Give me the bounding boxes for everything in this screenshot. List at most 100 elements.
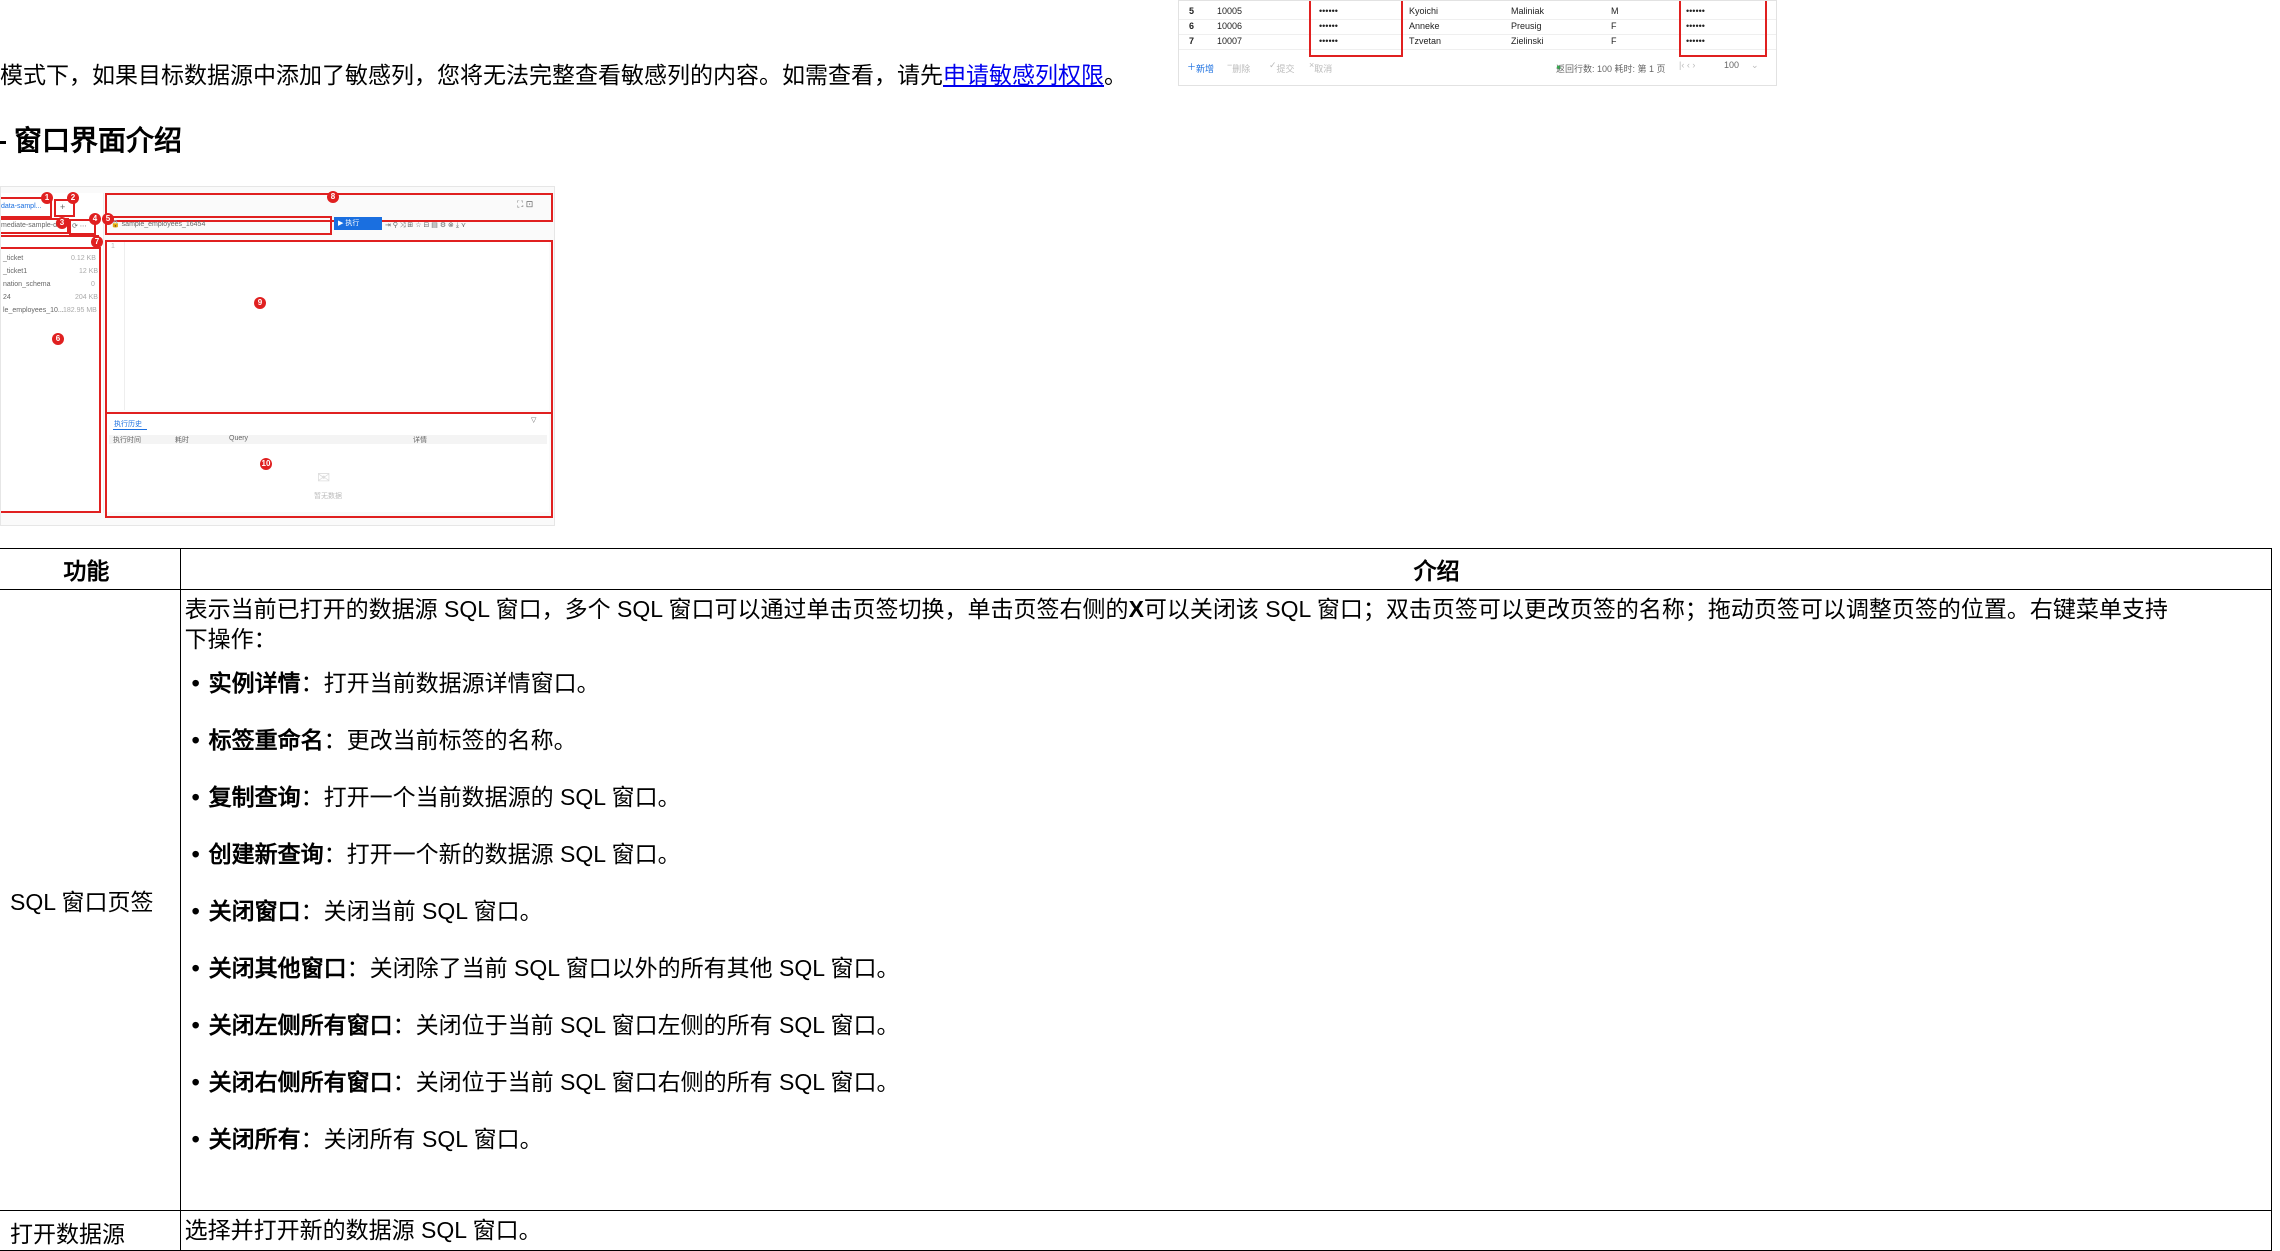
apply-sensitive-column-link[interactable]: 申请敏感列权限 xyxy=(943,62,1104,88)
mini-fullscreen-icon: ⛶ ⊡ xyxy=(517,199,534,209)
mini-run-button: ▶ 执行 xyxy=(334,217,382,230)
item-title: 关闭其他窗口 xyxy=(208,955,347,981)
delete-row-button[interactable]: − 删除 xyxy=(1227,60,1250,74)
row-number: 5 xyxy=(1189,6,1195,16)
chevron-down-icon: ⌄ xyxy=(1751,60,1759,70)
item-text: ：关闭位于当前 SQL 窗口左侧的所有 SQL 窗口。 xyxy=(392,1012,900,1038)
submit-button[interactable]: ✓ 提交 xyxy=(1269,60,1295,74)
intro-part: 下操作： xyxy=(184,626,277,652)
item-title: 实例详情 xyxy=(208,670,301,696)
last-name-cell: Preusig xyxy=(1511,21,1542,31)
list-item: 实例详情：打开当前数据源详情窗口。 xyxy=(192,668,2267,725)
item-text: ：关闭所有 SQL 窗口。 xyxy=(300,1126,543,1152)
heading-bullet xyxy=(0,141,6,145)
marker-3: 3 xyxy=(56,217,68,229)
cancel-button[interactable]: × 取消 xyxy=(1309,60,1332,74)
intro-paragraph-text: 表示当前已打开的数据源 SQL 窗口，多个 SQL 窗口可以通过单击页签切换，单… xyxy=(185,594,2255,624)
list-item: 关闭窗口：关闭当前 SQL 窗口。 xyxy=(192,896,2267,953)
item-title: 创建新查询 xyxy=(208,841,324,867)
result-grid-screenshot: 5 10005 •••••• Kyoichi Maliniak M ••••••… xyxy=(1178,0,1777,86)
mini-toolbar-icons: ⇥ ⚲ ⤨ ⊞ ☆ ⊟ ▤ ⚙ ⊗ ⤓ ⋎ xyxy=(385,222,467,229)
first-name-cell: Anneke xyxy=(1409,21,1440,31)
masked-column-highlight xyxy=(1309,1,1403,57)
intro-text: 模式下，如果目标数据源中添加了敏感列，您将无法完整查看敏感列的内容。如需查看，请… xyxy=(0,62,943,88)
table-row: SQL 窗口页签 表示当前已打开的数据源 SQL 窗口，多个 SQL 窗口可以通… xyxy=(0,589,2273,1211)
row-number: 7 xyxy=(1189,36,1195,46)
grid-footer: ＋ 新增 − 删除 ✓ 提交 × 取消 ● 返回行数: 100 耗时: 第 1 … xyxy=(1179,58,1776,74)
intro-cell: 选择并打开新的数据源 SQL 窗口。 xyxy=(179,1210,2273,1251)
function-cell: SQL 窗口页签 xyxy=(0,589,181,1211)
emp-no-cell: 10005 xyxy=(1217,6,1243,16)
add-label: 新增 xyxy=(1196,64,1215,74)
item-title: 关闭所有 xyxy=(208,1126,301,1152)
list-item: 标签重命名：更改当前标签的名称。 xyxy=(192,725,2267,782)
emp-no-cell: 10007 xyxy=(1217,36,1243,46)
intro-end: 。 xyxy=(1104,62,1127,88)
marker-7: 7 xyxy=(91,236,103,248)
list-item: 复制查询：打开一个当前数据源的 SQL 窗口。 xyxy=(192,782,2267,839)
stats-text: 返回行数: 100 耗时: 第 1 页 xyxy=(1556,64,1666,74)
intro-cell: 表示当前已打开的数据源 SQL 窗口，多个 SQL 窗口可以通过单击页签切换，单… xyxy=(179,589,2273,1211)
marker-9: 9 xyxy=(254,297,266,309)
emp-no-cell: 10006 xyxy=(1217,21,1243,31)
highlight-10 xyxy=(105,412,553,518)
item-text: ：关闭位于当前 SQL 窗口右侧的所有 SQL 窗口。 xyxy=(392,1069,900,1095)
masked-column-highlight xyxy=(1679,1,1767,57)
item-title: 关闭窗口 xyxy=(208,898,301,924)
close-x-label: X xyxy=(1128,596,1144,622)
mini-editor-tab-label: sample_employees_16454 xyxy=(121,221,206,228)
add-row-button[interactable]: ＋ 新增 xyxy=(1187,60,1214,74)
cancel-label: 取消 xyxy=(1314,64,1333,74)
item-text: ：打开当前数据源详情窗口。 xyxy=(300,670,600,696)
context-menu-list: 实例详情：打开当前数据源详情窗口。 标签重命名：更改当前标签的名称。 复制查询：… xyxy=(185,668,2267,1181)
highlight-9 xyxy=(105,240,553,414)
first-name-cell: Kyoichi xyxy=(1409,6,1439,16)
marker-8: 8 xyxy=(327,191,339,203)
item-text: ：关闭当前 SQL 窗口。 xyxy=(300,898,543,924)
marker-2: 2 xyxy=(67,192,79,204)
mini-editor-tab: 🔒 sample_employees_16454 xyxy=(111,221,206,228)
item-text: ：更改当前标签的名称。 xyxy=(323,727,577,753)
section-heading: 窗口界面介绍 xyxy=(0,121,182,161)
item-title: 复制查询 xyxy=(208,784,301,810)
pager-arrows[interactable]: |‹ ‹ › xyxy=(1679,60,1695,70)
function-cell: 打开数据源 xyxy=(0,1210,181,1251)
page-size-select[interactable]: 100 xyxy=(1724,60,1739,70)
table-row: 打开数据源 选择并打开新的数据源 SQL 窗口。 xyxy=(0,1210,2273,1251)
gender-cell: F xyxy=(1611,36,1617,46)
item-title: 关闭右侧所有窗口 xyxy=(208,1069,393,1095)
row-number: 6 xyxy=(1189,21,1195,31)
item-text: ：打开一个新的数据源 SQL 窗口。 xyxy=(323,841,681,867)
delete-label: 删除 xyxy=(1232,64,1251,74)
list-item: 创建新查询：打开一个新的数据源 SQL 窗口。 xyxy=(192,839,2267,896)
marker-1: 1 xyxy=(41,192,53,204)
list-item: 关闭右侧所有窗口：关闭位于当前 SQL 窗口右侧的所有 SQL 窗口。 xyxy=(192,1067,2267,1124)
gender-cell: F xyxy=(1611,21,1617,31)
feature-table: 功能 介绍 SQL 窗口页签 表示当前已打开的数据源 SQL 窗口，多个 SQL… xyxy=(0,548,2273,1251)
table-header-row: 功能 介绍 xyxy=(0,548,2273,590)
highlight-6 xyxy=(1,247,101,513)
item-text: ：打开一个当前数据源的 SQL 窗口。 xyxy=(300,784,681,810)
list-item: 关闭其他窗口：关闭除了当前 SQL 窗口以外的所有其他 SQL 窗口。 xyxy=(192,953,2267,1010)
list-item: 关闭左侧所有窗口：关闭位于当前 SQL 窗口左侧的所有 SQL 窗口。 xyxy=(192,1010,2267,1067)
last-name-cell: Zielinski xyxy=(1511,36,1544,46)
marker-6: 6 xyxy=(52,333,64,345)
submit-label: 提交 xyxy=(1276,64,1295,74)
item-text: ：关闭除了当前 SQL 窗口以外的所有其他 SQL 窗口。 xyxy=(346,955,900,981)
header-intro: 介绍 xyxy=(179,548,2273,590)
item-title: 标签重命名 xyxy=(208,727,324,753)
marker-4: 4 xyxy=(89,213,101,225)
first-name-cell: Tzvetan xyxy=(1409,36,1442,46)
marker-10: 10 xyxy=(260,458,272,470)
sql-window-screenshot: data-sampl... + mediate-sample-da ⟳ ⋯ _t… xyxy=(0,186,555,526)
intro-part: 表示当前已打开的数据源 SQL 窗口，多个 SQL 窗口可以通过单击页签切换，单… xyxy=(184,596,1129,622)
gender-cell: M xyxy=(1611,6,1619,16)
header-function: 功能 xyxy=(0,548,181,590)
intro-part: 可以关闭该 SQL 窗口；双击页签可以更改页签的名称；拖动页签可以调整页签的位置… xyxy=(1143,596,2168,622)
marker-5: 5 xyxy=(102,213,114,225)
item-title: 关闭左侧所有窗口 xyxy=(208,1012,393,1038)
list-item: 关闭所有：关闭所有 SQL 窗口。 xyxy=(192,1124,2267,1181)
heading-text: 窗口界面介绍 xyxy=(14,125,183,156)
mini-run-label: 执行 xyxy=(345,220,360,227)
last-name-cell: Maliniak xyxy=(1511,6,1545,16)
